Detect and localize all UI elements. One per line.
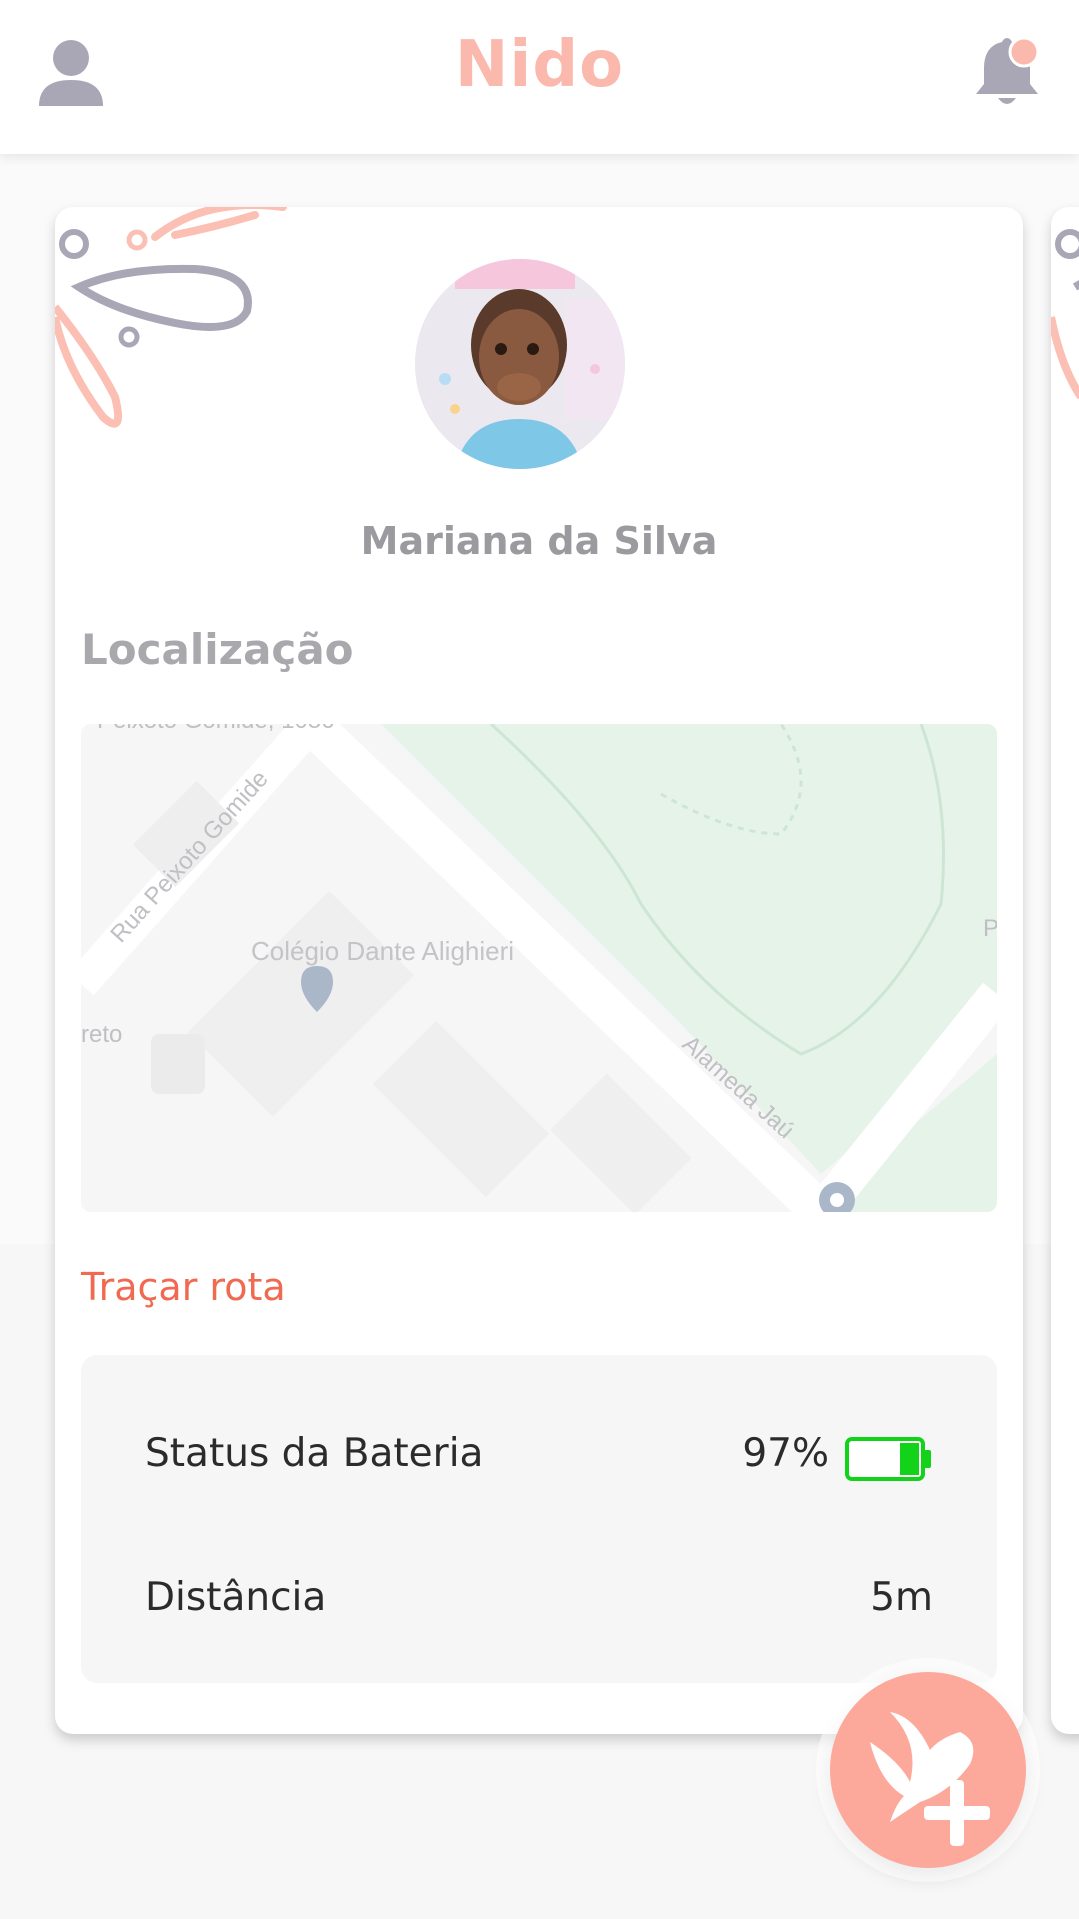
child-card: Mariana da Silva Localização Peixoto Gom… (55, 207, 1023, 1734)
location-map[interactable]: Peixoto Gomide, 1036 Rua Peixoto Gomide … (81, 724, 997, 1212)
decorative-shapes (1051, 229, 1079, 400)
notifications-button[interactable] (972, 36, 1042, 110)
distance-row: Distância 5m (145, 1575, 933, 1635)
notification-dot (1008, 36, 1040, 68)
decorative-shapes (55, 207, 287, 428)
next-child-card[interactable] (1051, 207, 1079, 1734)
battery-status-row: Status da Bateria 97% (145, 1431, 933, 1491)
status-panel: Status da Bateria 97% Distância 5m (81, 1355, 997, 1683)
distance-label: Distância (145, 1575, 327, 1620)
trace-route-link[interactable]: Traçar rota (81, 1265, 286, 1309)
child-photo-illustration (415, 259, 625, 469)
top-app-bar: Nido (0, 0, 1079, 154)
map-label-street-top: Peixoto Gomide, 1036 (97, 724, 334, 734)
map-label-right-fragment: P (983, 915, 997, 942)
child-name: Mariana da Silva (360, 519, 718, 563)
map-label-left-fragment: reto (81, 1021, 122, 1048)
battery-status-label: Status da Bateria (145, 1431, 484, 1476)
distance-value: 5m (870, 1575, 933, 1620)
location-section-title: Localização (81, 625, 354, 674)
add-child-button[interactable] (830, 1672, 1026, 1868)
map-label-school: Colégio Dante Alighieri (251, 936, 514, 966)
app-title: Nido (454, 28, 625, 102)
child-avatar[interactable] (415, 259, 625, 469)
dove-plus-icon (870, 1712, 990, 1846)
battery-icon (845, 1437, 931, 1481)
bell-icon (976, 36, 1040, 104)
battery-percentage: 97% (742, 1431, 829, 1476)
